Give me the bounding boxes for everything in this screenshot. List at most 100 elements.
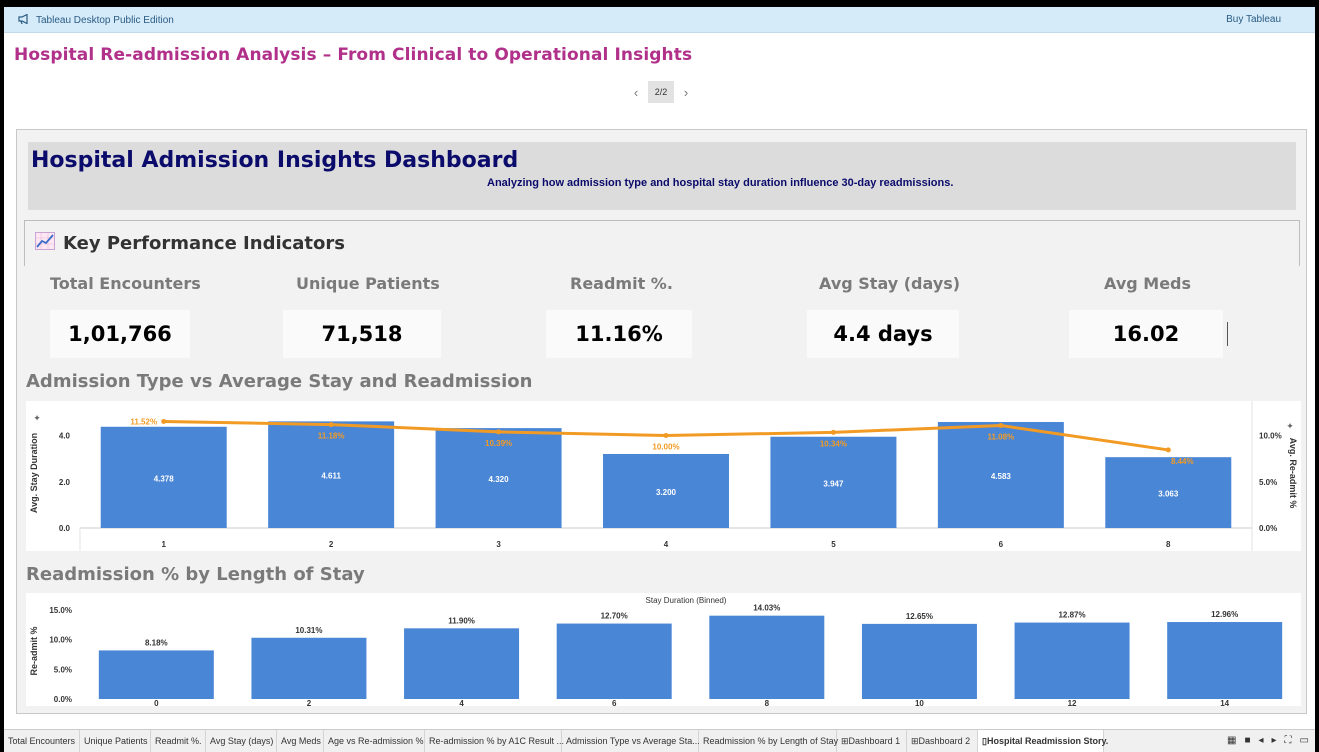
chart1-line-label: 11.52% xyxy=(130,417,157,426)
chart1-line-label: 11.18% xyxy=(318,432,345,441)
chart1-bar-label: 4.583 xyxy=(991,472,1012,481)
chart1-bar-label: 4.611 xyxy=(321,472,341,481)
chart1-y-tick-label: 0.0 xyxy=(59,524,71,533)
sheet-tab-label: Readmit %. xyxy=(155,736,202,746)
kpi-value-readmit-pct: 11.16% xyxy=(546,310,692,358)
app-title-text: Tableau Desktop Public Edition xyxy=(36,15,174,26)
chart1-line-point xyxy=(328,422,334,428)
chart2-x-tick-label: 2 xyxy=(307,699,312,706)
chart2-x-tick-label: 14 xyxy=(1220,699,1229,706)
kpi-label-avg-meds: Avg Meds xyxy=(1104,274,1192,293)
kpi-label-unique-patients: Unique Patients xyxy=(296,274,440,293)
chart1-y-tick-label: 2.0 xyxy=(59,478,71,487)
chart1-x-tick-label: 4 xyxy=(664,540,669,549)
sheet-tab-label: Avg Meds xyxy=(281,736,321,746)
chart1-y2-axis-label: Avg. Re-admit % xyxy=(1288,438,1298,509)
chart2-title: Readmission % by Length of Stay xyxy=(26,564,365,585)
sheet-tab[interactable]: Unique Patients xyxy=(80,730,151,752)
sheet-tab[interactable]: Re-admission % by A1C Result ... xyxy=(425,730,564,752)
chart1-x-tick-label: 1 xyxy=(161,540,166,549)
sheet-tab[interactable]: Age vs Re-admission % xyxy=(324,730,425,752)
chart2-x-axis-title: Stay Duration (Binned) xyxy=(646,596,727,605)
chart1-line-point xyxy=(998,423,1004,429)
chart2-x-tick-label: 8 xyxy=(765,699,770,706)
chart2-x-tick-label: 12 xyxy=(1068,699,1077,706)
dashboard: Hospital Admission Insights Dashboard An… xyxy=(16,129,1307,714)
chart-trend-icon xyxy=(35,232,55,255)
sheet-tab[interactable]: Admission Type vs Average Sta... xyxy=(562,730,700,752)
chart2-bar xyxy=(861,623,977,699)
chart2-bar xyxy=(556,623,672,699)
sheet-tab-label: Dashboard 1 xyxy=(848,736,901,746)
chart2-x-tick-label: 0 xyxy=(154,699,159,706)
app-title: Tableau Desktop Public Edition xyxy=(18,13,174,27)
sheet-tab[interactable]: Avg Stay (days) xyxy=(206,730,277,752)
sheet-tab[interactable]: Total Encounters xyxy=(4,730,80,752)
chart2-bar xyxy=(251,637,367,699)
chart2-y-axis-label: Re-admit % xyxy=(29,626,39,675)
chart1-y2-pin-icon: ✦ xyxy=(1286,421,1294,431)
chart1-line-point xyxy=(161,418,167,424)
sheet-tab[interactable]: ⊞ Dashboard 2 xyxy=(907,730,978,752)
top-bar: Tableau Desktop Public Edition Buy Table… xyxy=(4,7,1315,33)
sheet-tab[interactable]: ⊞ Dashboard 1 xyxy=(837,730,907,752)
chart2-bar-label: 12.87% xyxy=(1058,611,1085,620)
chevron-right-icon[interactable]: › xyxy=(681,85,691,100)
megaphone-icon xyxy=(18,13,30,27)
chart2-bar xyxy=(404,628,520,699)
grid-view-icon[interactable]: ▦ xyxy=(1227,735,1236,746)
chart2-bar-label: 14.03% xyxy=(753,604,780,613)
sheet-tab[interactable]: Avg Meds xyxy=(277,730,324,752)
chart1-bar-label: 4.378 xyxy=(154,474,175,483)
buy-tableau-link[interactable]: Buy Tableau xyxy=(1226,14,1281,25)
chart1-line-point xyxy=(496,429,502,435)
chart1-title: Admission Type vs Average Stay and Readm… xyxy=(26,371,533,392)
chart2-y-tick-label: 15.0% xyxy=(49,606,72,615)
tableau-window: Tableau Desktop Public Edition Buy Table… xyxy=(4,7,1315,752)
sheet-tab[interactable]: Readmit %. xyxy=(151,730,206,752)
story-page-indicator[interactable]: 2/2 xyxy=(648,81,674,103)
sheet-tab[interactable]: Readmission % by Length of Stay xyxy=(699,730,839,752)
filmstrip-icon[interactable]: ■ xyxy=(1244,735,1250,746)
chart1-line-point xyxy=(663,433,669,438)
fullscreen-icon[interactable]: ⛶ xyxy=(1285,735,1292,746)
sheet-tab-label: Admission Type vs Average Sta... xyxy=(566,736,700,746)
kpi-value-total-encounters: 1,01,766 xyxy=(50,310,190,358)
chart2-bar-label: 8.18% xyxy=(145,638,168,647)
chart1-line-label: 10.00% xyxy=(652,443,679,452)
kpi-value-avg-meds: 16.02 xyxy=(1069,310,1223,358)
chart1-line-label: 11.08% xyxy=(988,433,1015,442)
chart2-panel[interactable]: Stay Duration (Binned) Re-admit % 0.0% 5.0%… xyxy=(26,593,1301,708)
chart1-line-point xyxy=(830,429,836,435)
chart1-bar-label: 3.200 xyxy=(656,488,677,497)
chart1-y-tick-label: 4.0 xyxy=(59,432,71,441)
chart1-line-point xyxy=(1165,447,1171,453)
chart1-y-pin-icon: ✦ xyxy=(33,413,41,423)
chart1-panel[interactable]: Avg. Stay Duration Avg. Re-admit % ✦ ✦ 0.0 2.… xyxy=(26,401,1301,551)
scroll-right-icon[interactable]: ▸ xyxy=(1272,735,1277,746)
chart1-bar-label: 3.947 xyxy=(823,479,844,488)
tab-controls: ▦ ■ ◂ ▸ ⛶ ▭ xyxy=(1227,735,1309,746)
scroll-left-icon[interactable]: ◂ xyxy=(1258,735,1263,746)
sheet-tab-label: Readmission % by Length of Stay xyxy=(703,736,839,746)
chart1-x-tick-label: 3 xyxy=(496,540,501,549)
present-icon[interactable]: ▭ xyxy=(1300,735,1309,746)
sheet-tab-label: Dashboard 2 xyxy=(918,736,971,746)
dashboard-header: Hospital Admission Insights Dashboard An… xyxy=(28,142,1296,210)
chart1-x-tick-label: 6 xyxy=(999,540,1004,549)
chart1-x-tick-label: 8 xyxy=(1166,540,1171,549)
sheet-tab-label: Age vs Re-admission % xyxy=(328,736,424,746)
chart2-bar xyxy=(1167,622,1283,699)
chart2-x-tick-label: 6 xyxy=(612,699,617,706)
chevron-left-icon[interactable]: ‹ xyxy=(631,85,641,100)
kpi-value-unique-patients: 71,518 xyxy=(283,310,441,358)
chart1-line-label: 8.44% xyxy=(1171,457,1194,466)
chart2-bar xyxy=(1014,622,1130,699)
chart1-bar-label: 4.320 xyxy=(489,475,510,484)
chart2-bar-label: 11.90% xyxy=(448,616,475,625)
sheet-tab-label: Unique Patients xyxy=(84,736,148,746)
kpi-heading: Key Performance Indicators xyxy=(35,232,345,255)
kpi-label-total-encounters: Total Encounters xyxy=(50,274,201,293)
sheet-tab[interactable]: ▯ Hospital Readmission Story. xyxy=(978,730,1108,752)
chart2-bar xyxy=(98,650,214,699)
